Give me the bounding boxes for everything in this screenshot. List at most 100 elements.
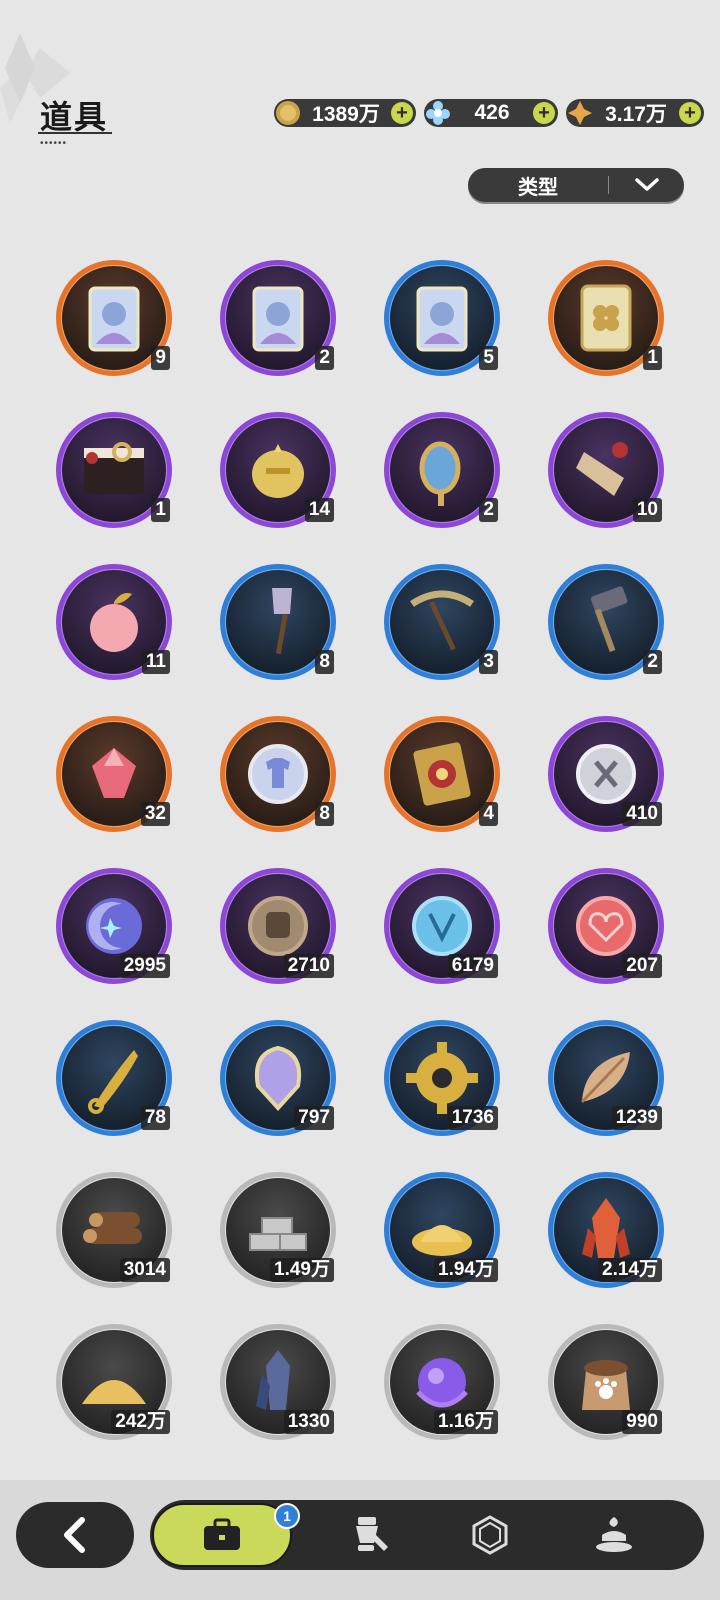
inventory-item[interactable]: 2.14万 <box>548 1172 664 1288</box>
cake-icon <box>596 1517 632 1552</box>
add-gold-button[interactable]: + <box>391 102 413 124</box>
item-count: 1736 <box>447 1106 498 1130</box>
item-count: 242万 <box>111 1410 170 1434</box>
inventory-item[interactable]: 1 <box>56 412 172 528</box>
item-count: 4 <box>479 802 498 826</box>
type-filter-dropdown[interactable]: 类型 <box>468 168 684 202</box>
nav-pill: 1 <box>150 1500 704 1570</box>
inventory-item[interactable]: 1.94万 <box>384 1172 500 1288</box>
outfit-icon <box>356 1517 388 1551</box>
item-icon-frame <box>226 570 330 674</box>
currency-stargem-value: 3.17万 <box>605 103 667 126</box>
inventory-item[interactable]: 410 <box>548 716 664 832</box>
item-count: 8 <box>315 650 334 674</box>
inventory-item[interactable]: 10 <box>548 412 664 528</box>
inventory-item[interactable]: 1736 <box>384 1020 500 1136</box>
title-dots: •••••• <box>40 138 68 149</box>
inventory-item[interactable]: 78 <box>56 1020 172 1136</box>
inventory-item[interactable]: 11 <box>56 564 172 680</box>
item-count: 2 <box>643 650 662 674</box>
inventory-item[interactable]: 2710 <box>220 868 336 984</box>
add-stargem-button[interactable]: + <box>679 102 701 124</box>
item-count: 6179 <box>447 954 498 978</box>
inventory-item[interactable]: 2 <box>220 260 336 376</box>
hammer-icon <box>590 586 628 653</box>
clover-ticket-icon <box>580 284 632 352</box>
briefcase-icon <box>204 1518 240 1550</box>
star-gem-icon <box>567 100 593 126</box>
item-grid: 9 2 5 1 1 14 2 10 11 8 3 2 32 8 4 410 2995 2710 6179 207 78 7… <box>56 260 664 1440</box>
item-count: 1 <box>643 346 662 370</box>
back-button[interactable] <box>16 1502 134 1568</box>
inventory-item[interactable]: 5 <box>384 260 500 376</box>
chevron-left-icon <box>64 1517 85 1553</box>
currency-crystal: 426 + <box>424 99 558 127</box>
item-icon-frame <box>62 418 166 522</box>
item-count: 797 <box>294 1106 334 1130</box>
item-count: 9 <box>151 346 170 370</box>
inventory-item[interactable]: 242万 <box>56 1324 172 1440</box>
inventory-item[interactable]: 8 <box>220 716 336 832</box>
character-card-icon <box>416 286 468 352</box>
item-icon-frame <box>226 722 330 826</box>
item-icon-frame <box>390 722 494 826</box>
add-crystal-button[interactable]: + <box>533 102 555 124</box>
item-count: 3 <box>479 650 498 674</box>
inventory-item[interactable]: 6179 <box>384 868 500 984</box>
item-icon-frame <box>390 418 494 522</box>
inventory-item[interactable]: 1 <box>548 260 664 376</box>
item-count: 78 <box>140 1106 170 1130</box>
item-count: 32 <box>140 802 170 826</box>
item-icon-frame <box>226 266 330 370</box>
inventory-item[interactable]: 1.16万 <box>384 1324 500 1440</box>
item-count: 10 <box>632 498 662 522</box>
inventory-item[interactable]: 797 <box>220 1020 336 1136</box>
item-count: 3014 <box>119 1258 170 1282</box>
item-count: 2.14万 <box>598 1258 662 1282</box>
chevron-down-icon <box>609 177 684 193</box>
item-icon-frame <box>390 266 494 370</box>
inventory-item[interactable]: 32 <box>56 716 172 832</box>
item-count: 1239 <box>611 1106 662 1130</box>
inventory-item[interactable]: 3014 <box>56 1172 172 1288</box>
item-icon-frame <box>62 266 166 370</box>
inventory-item[interactable]: 14 <box>220 412 336 528</box>
item-count: 11 <box>141 650 170 674</box>
bottom-navigation: 1 <box>0 1480 720 1600</box>
item-count: 2 <box>479 498 498 522</box>
item-count: 8 <box>315 802 334 826</box>
tab-gems[interactable] <box>440 1500 540 1570</box>
filter-label: 类型 <box>518 176 558 199</box>
lottery-ticket-icon <box>413 742 471 806</box>
tab-outfits[interactable] <box>320 1500 420 1570</box>
character-card-icon <box>88 286 140 352</box>
inventory-item[interactable]: 1239 <box>548 1020 664 1136</box>
item-count: 207 <box>622 954 662 978</box>
item-icon-frame <box>554 570 658 674</box>
inventory-item[interactable]: 1.49万 <box>220 1172 336 1288</box>
currency-gold: 1389万 + <box>274 99 416 127</box>
item-icon-frame <box>390 570 494 674</box>
inventory-item[interactable]: 2995 <box>56 868 172 984</box>
hand-mirror-icon <box>419 441 461 506</box>
inventory-item[interactable]: 8 <box>220 564 336 680</box>
currency-crystal-value: 426 <box>474 101 510 124</box>
inventory-item[interactable]: 9 <box>56 260 172 376</box>
inventory-item[interactable]: 2 <box>384 412 500 528</box>
character-card-icon <box>252 286 304 352</box>
inventory-item[interactable]: 990 <box>548 1324 664 1440</box>
tab-food[interactable] <box>564 1500 664 1570</box>
inventory-item[interactable]: 207 <box>548 868 664 984</box>
tab-items[interactable]: 1 <box>152 1503 300 1567</box>
inventory-item[interactable]: 1330 <box>220 1324 336 1440</box>
inventory-screen: 道具 •••••• 1389万 + 426 + 3.17万 + 类型 92511… <box>0 0 720 1600</box>
item-count: 1.94万 <box>434 1258 498 1282</box>
currency-stargem: 3.17万 + <box>566 99 704 127</box>
inventory-item[interactable]: 3 <box>384 564 500 680</box>
inventory-item[interactable]: 4 <box>384 716 500 832</box>
item-count: 990 <box>622 1410 662 1434</box>
item-count: 1.49万 <box>270 1258 334 1282</box>
inventory-item[interactable]: 2 <box>548 564 664 680</box>
notification-badge: 1 <box>274 1503 300 1529</box>
crystal-flower-icon <box>425 100 451 126</box>
